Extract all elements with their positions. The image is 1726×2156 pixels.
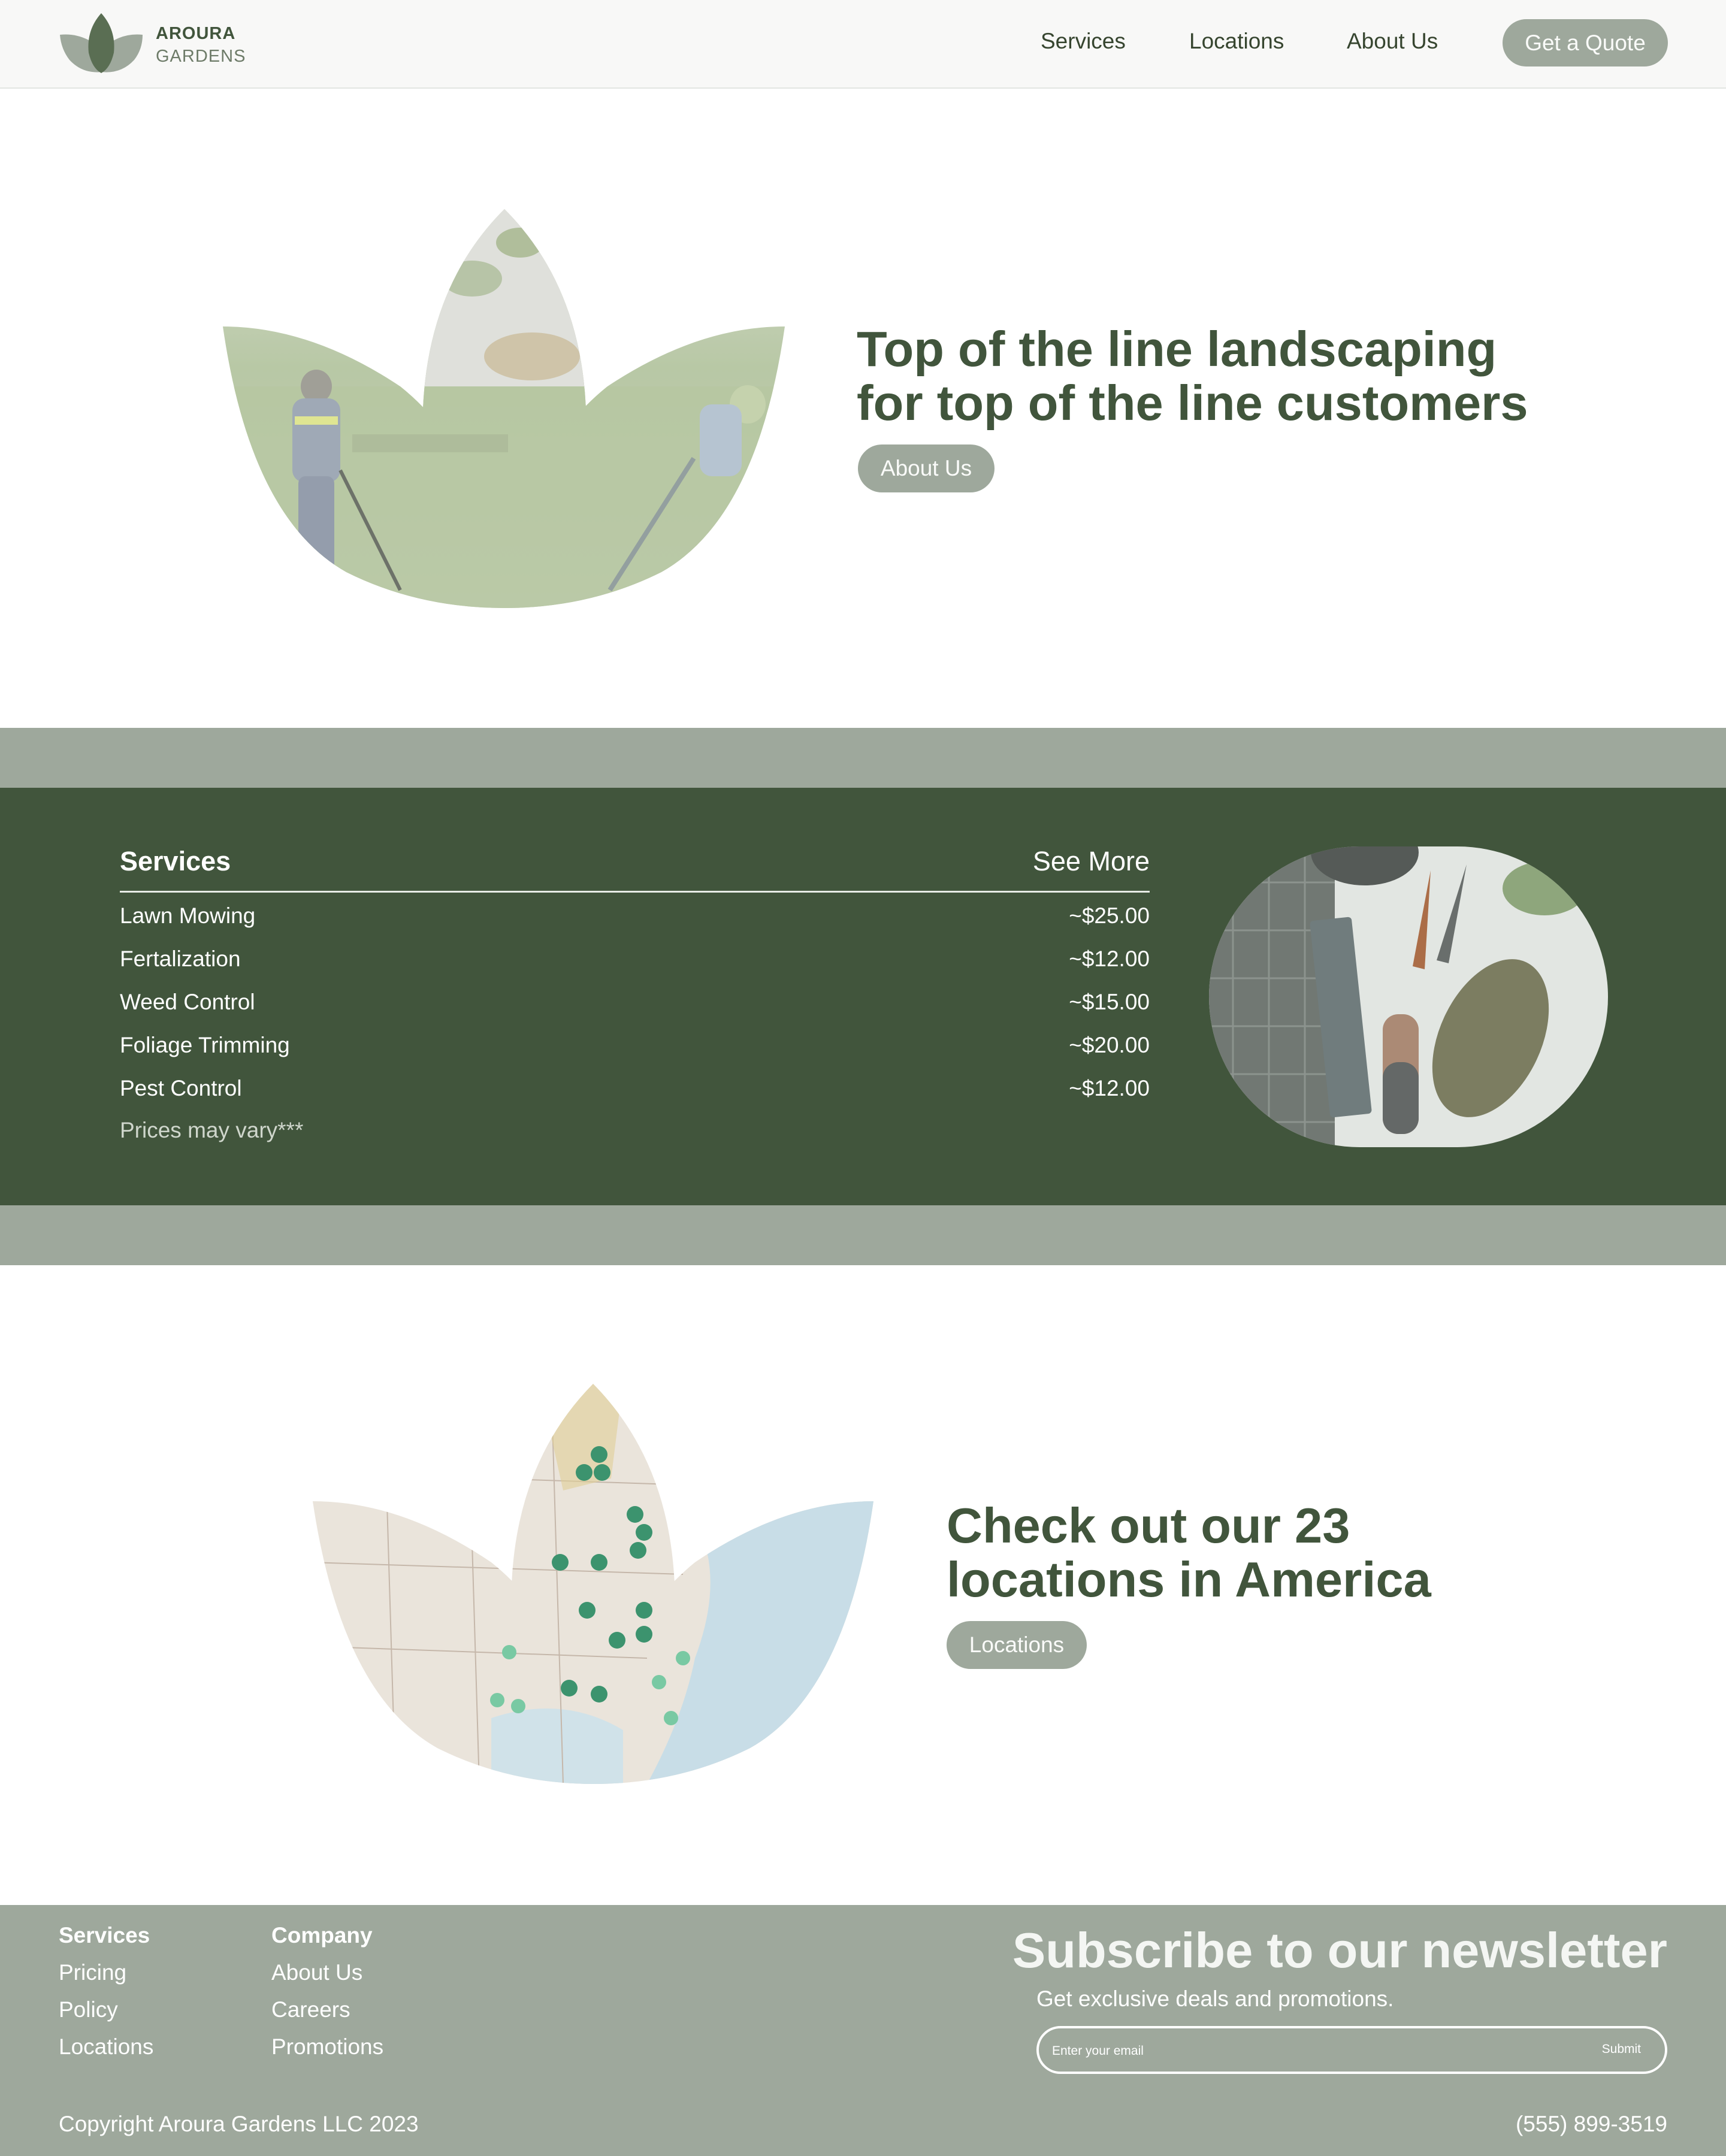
nav-services-link[interactable]: Services xyxy=(1041,29,1126,54)
hero-lotus-photo xyxy=(223,209,785,608)
brand-name: AROURA xyxy=(156,24,236,43)
service-row: Pest Control ~$12.00 xyxy=(120,1076,1150,1106)
service-name: Foliage Trimming xyxy=(120,1033,290,1057)
get-quote-button[interactable]: Get a Quote xyxy=(1503,19,1668,66)
service-name: Fertalization xyxy=(120,947,241,971)
lotus-leaf-logo-icon xyxy=(60,13,143,73)
prices-disclaimer: Prices may vary*** xyxy=(120,1118,304,1142)
services-heading: Services xyxy=(120,846,231,876)
locations-title: Check out our 23 locations in America xyxy=(947,1499,1431,1607)
nav-about-link[interactable]: About Us xyxy=(1347,29,1438,54)
footer-promotions-link[interactable]: Promotions xyxy=(271,2034,383,2060)
services-divider xyxy=(120,891,1150,893)
footer-company-heading: Company xyxy=(271,1923,373,1948)
site-header: AROURA GARDENS Services Locations About … xyxy=(0,0,1726,89)
footer-pricing-link[interactable]: Pricing xyxy=(59,1960,126,1985)
service-row: Foliage Trimming ~$20.00 xyxy=(120,1033,1150,1063)
service-row: Lawn Mowing ~$25.00 xyxy=(120,903,1150,933)
footer-services-heading: Services xyxy=(59,1923,150,1948)
service-price: ~$12.00 xyxy=(1069,947,1150,971)
hero-title-line1: Top of the line landscaping xyxy=(857,321,1497,377)
service-price: ~$15.00 xyxy=(1069,990,1150,1014)
locations-title-line1: Check out our 23 xyxy=(947,1498,1350,1553)
copyright-text: Copyright Aroura Gardens LLC 2023 xyxy=(59,2112,419,2136)
newsletter-email-input[interactable] xyxy=(1052,2040,1531,2062)
service-price: ~$12.00 xyxy=(1069,1076,1150,1100)
phone-number[interactable]: (555) 899-3519 xyxy=(1516,2112,1667,2137)
brand-logo[interactable]: AROURA GARDENS xyxy=(59,12,250,74)
service-row: Weed Control ~$15.00 xyxy=(120,990,1150,1020)
locations-button[interactable]: Locations xyxy=(947,1621,1087,1669)
hero-title: Top of the line landscaping for top of t… xyxy=(857,322,1528,430)
hero-about-button[interactable]: About Us xyxy=(858,444,995,492)
brand-subname: GARDENS xyxy=(156,47,246,66)
nav-locations-link[interactable]: Locations xyxy=(1189,29,1284,54)
footer-locations-link[interactable]: Locations xyxy=(59,2034,153,2060)
newsletter-submit-button[interactable]: Submit xyxy=(1602,2042,1641,2057)
newsletter-title: Subscribe to our newsletter xyxy=(1012,1922,1667,1978)
footer-policy-link[interactable]: Policy xyxy=(59,1997,118,2022)
see-more-link[interactable]: See More xyxy=(1033,846,1150,877)
locations-lotus-map xyxy=(313,1384,873,1784)
service-name: Lawn Mowing xyxy=(120,903,256,928)
hero-title-line2: for top of the line customers xyxy=(857,375,1528,431)
footer-careers-link[interactable]: Careers xyxy=(271,1997,350,2022)
footer-about-link[interactable]: About Us xyxy=(271,1960,362,1985)
locations-title-line2: locations in America xyxy=(947,1552,1431,1607)
newsletter-subtitle: Get exclusive deals and promotions. xyxy=(1036,1986,1394,2011)
service-name: Pest Control xyxy=(120,1076,242,1100)
service-price: ~$25.00 xyxy=(1069,903,1150,928)
garden-tools-photo xyxy=(1209,846,1608,1147)
service-row: Fertalization ~$12.00 xyxy=(120,947,1150,976)
service-price: ~$20.00 xyxy=(1069,1033,1150,1057)
newsletter-form: Submit xyxy=(1036,2026,1667,2074)
service-name: Weed Control xyxy=(120,990,255,1014)
